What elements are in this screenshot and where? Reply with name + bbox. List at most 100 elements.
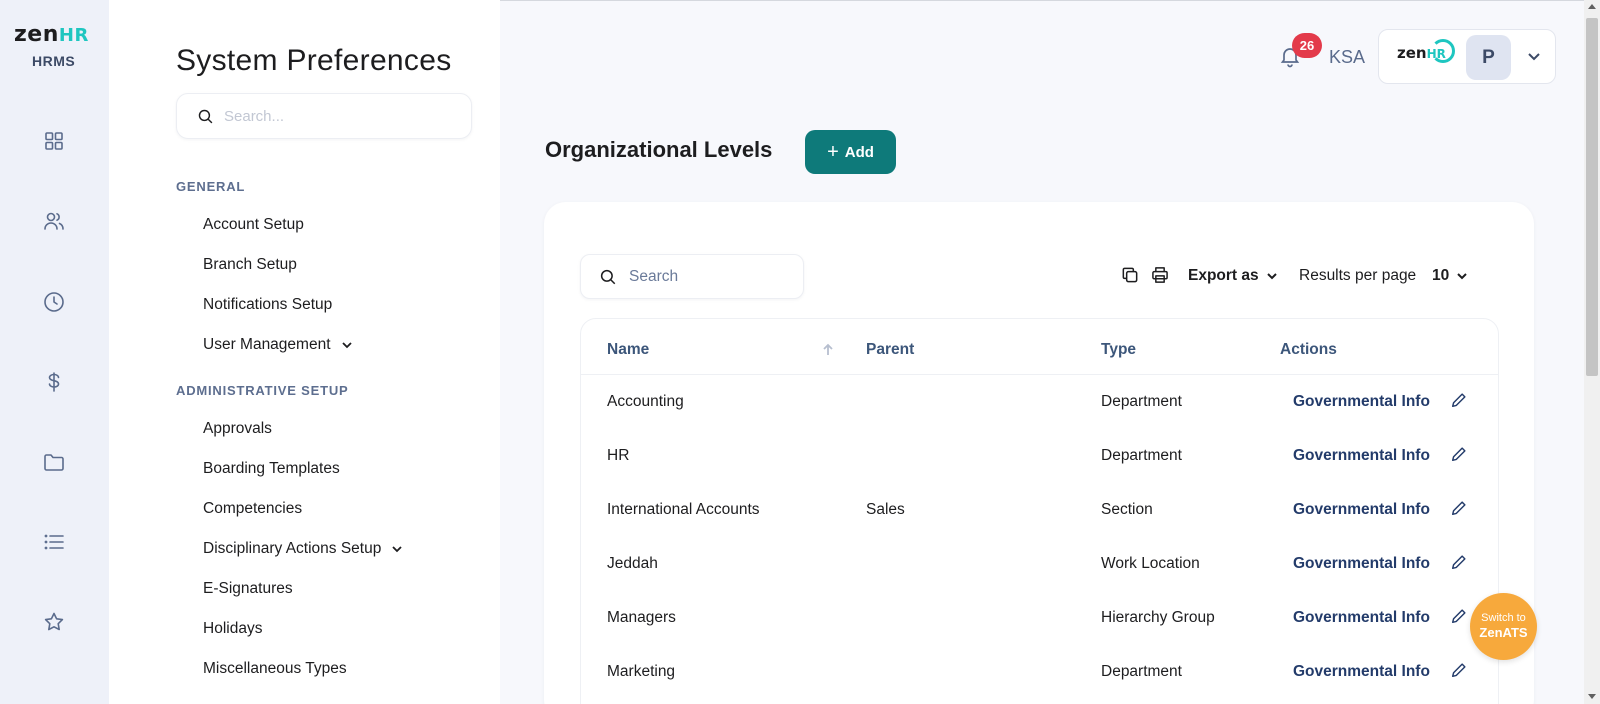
sort-arrow-up-icon[interactable]	[821, 343, 835, 357]
chevron-down-icon[interactable]	[1527, 49, 1541, 63]
menu-item-label: User Management	[203, 336, 331, 353]
cell-name: Marketing	[607, 663, 676, 680]
preferences-panel: System Preferences GENERAL Account Setup…	[109, 0, 500, 704]
governmental-info-link[interactable]: Governmental Info	[1293, 447, 1430, 465]
menu-item-label: Holidays	[203, 620, 263, 637]
results-per-page-label: Results per page	[1299, 267, 1417, 284]
copy-icon[interactable]	[1120, 265, 1142, 287]
list-icon[interactable]	[40, 528, 68, 556]
column-header-parent[interactable]: Parent	[866, 341, 914, 359]
search-icon	[198, 109, 213, 123]
org-levels-table: Name Parent Type Actions Accounting Depa…	[580, 318, 1499, 704]
export-label: Export as	[1188, 267, 1259, 284]
cell-name: Accounting	[607, 393, 684, 410]
column-header-actions: Actions	[1280, 341, 1337, 358]
preferences-search[interactable]	[176, 93, 472, 139]
chevron-down-icon	[1266, 273, 1277, 280]
folder-icon[interactable]	[40, 448, 68, 476]
avatar[interactable]: P	[1466, 35, 1511, 80]
cell-type: Section	[1101, 501, 1153, 518]
scroll-down-arrow-icon[interactable]	[1588, 694, 1596, 699]
cell-name: HR	[607, 447, 630, 464]
results-per-page-select[interactable]: 10	[1432, 267, 1468, 285]
chevron-down-icon	[392, 546, 402, 553]
star-icon[interactable]	[40, 608, 68, 636]
fab-line1: Switch to	[1481, 612, 1526, 624]
menu-item-label: Competencies	[203, 500, 303, 517]
menu-item-competencies[interactable]: Competencies	[203, 500, 302, 518]
edit-pencil-icon[interactable]	[1450, 607, 1470, 627]
column-header-type[interactable]: Type	[1101, 341, 1136, 359]
menu-item-account-setup[interactable]: Account Setup	[203, 216, 304, 234]
edit-pencil-icon[interactable]	[1450, 445, 1470, 465]
nav-rail: zenHR HRMS	[0, 0, 109, 704]
cell-type: Hierarchy Group	[1101, 609, 1215, 626]
menu-item-holidays[interactable]: Holidays	[203, 620, 262, 638]
results-per-page-value: 10	[1432, 267, 1450, 284]
menu-item-notifications-setup[interactable]: Notifications Setup	[203, 296, 332, 314]
governmental-info-link[interactable]: Governmental Info	[1293, 609, 1430, 627]
menu-item-disciplinary-actions-setup[interactable]: Disciplinary Actions Setup	[203, 540, 403, 558]
org-levels-card: Export as Results per page 10 Name Paren…	[544, 202, 1534, 704]
table-row: Managers Hierarchy Group Governmental In…	[581, 591, 1498, 645]
fab-line2: ZenATS	[1479, 625, 1528, 640]
table-search-input[interactable]	[629, 267, 789, 286]
cell-parent: Sales	[866, 501, 905, 518]
add-button-label: Add	[844, 143, 874, 161]
governmental-info-link[interactable]: Governmental Info	[1293, 663, 1430, 681]
dashboard-icon[interactable]	[40, 127, 68, 155]
cell-name: Managers	[607, 609, 676, 626]
menu-item-miscellaneous-types[interactable]: Miscellaneous Types	[203, 660, 347, 678]
menu-item-user-management[interactable]: User Management	[203, 336, 353, 354]
governmental-info-link[interactable]: Governmental Info	[1293, 501, 1430, 519]
scroll-up-arrow-icon[interactable]	[1588, 4, 1596, 9]
edit-pencil-icon[interactable]	[1450, 391, 1470, 411]
menu-item-label: Disciplinary Actions Setup	[203, 540, 382, 557]
table-search[interactable]	[580, 254, 804, 299]
export-dropdown[interactable]: Export as	[1188, 267, 1278, 285]
account-switcher[interactable]: zenHR P	[1378, 29, 1556, 84]
dollar-icon[interactable]	[40, 368, 68, 396]
menu-item-e-signatures[interactable]: E-Signatures	[203, 580, 293, 598]
chevron-down-icon	[1457, 273, 1467, 280]
edit-pencil-icon[interactable]	[1450, 661, 1470, 681]
clock-icon[interactable]	[40, 288, 68, 316]
table-row: Marketing Department Governmental Info	[581, 645, 1498, 699]
table-row: Accounting Department Governmental Info	[581, 375, 1498, 429]
menu-item-label: E-Signatures	[203, 580, 293, 597]
preferences-search-input[interactable]	[224, 107, 464, 125]
menu-item-label: Branch Setup	[203, 256, 297, 273]
add-button[interactable]: + Add	[805, 130, 896, 174]
menu-item-boarding-templates[interactable]: Boarding Templates	[203, 460, 340, 478]
edit-pencil-icon[interactable]	[1450, 553, 1470, 573]
section-administrative-setup: ADMINISTRATIVE SETUP	[176, 383, 349, 398]
country-selector[interactable]: KSA	[1329, 47, 1365, 68]
edit-pencil-icon[interactable]	[1450, 499, 1470, 519]
table-row: International Accounts Sales Section Gov…	[581, 483, 1498, 537]
page-scrollbar[interactable]	[1584, 0, 1600, 704]
cell-name: Jeddah	[607, 555, 658, 572]
governmental-info-link[interactable]: Governmental Info	[1293, 393, 1430, 411]
cell-type: Work Location	[1101, 555, 1200, 572]
search-icon	[600, 269, 616, 284]
switch-to-zenats-button[interactable]: Switch to ZenATS	[1470, 593, 1537, 660]
menu-item-label: Miscellaneous Types	[203, 660, 347, 677]
menu-item-approvals[interactable]: Approvals	[203, 420, 272, 438]
table-row: Jeddah Work Location Governmental Info	[581, 537, 1498, 591]
main-content: 26 KSA zenHR P Organizational Levels + Ad…	[500, 0, 1584, 704]
zenhr-logo[interactable]: zenHR	[14, 22, 89, 47]
governmental-info-link[interactable]: Governmental Info	[1293, 555, 1430, 573]
page-title: Organizational Levels	[545, 137, 773, 162]
scrollbar-thumb[interactable]	[1586, 18, 1598, 376]
people-icon[interactable]	[40, 207, 68, 235]
logo-subtitle: HRMS	[32, 53, 76, 69]
menu-item-branch-setup[interactable]: Branch Setup	[203, 256, 297, 274]
menu-item-label: Account Setup	[203, 216, 304, 233]
plus-icon: +	[827, 141, 839, 163]
table-row: HR Department Governmental Info	[581, 429, 1498, 483]
column-header-name[interactable]: Name	[607, 341, 649, 359]
cell-type: Department	[1101, 447, 1182, 464]
notification-badge: 26	[1292, 33, 1322, 58]
preferences-title: System Preferences	[176, 44, 452, 77]
print-icon[interactable]	[1150, 265, 1172, 287]
